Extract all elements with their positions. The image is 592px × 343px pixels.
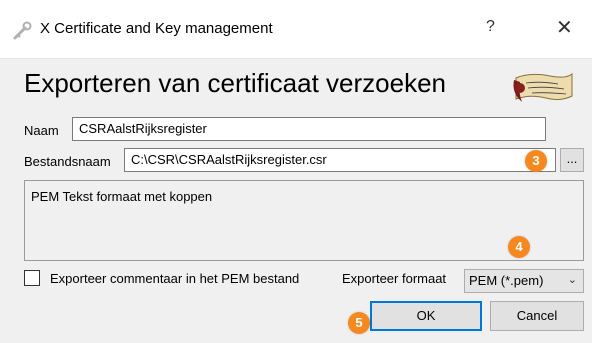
format-description-text: PEM Tekst formaat met koppen — [31, 189, 213, 204]
export-comment-checkbox[interactable] — [24, 270, 40, 286]
export-comment-label[interactable]: Exporteer commentaar in het PEM bestand — [50, 271, 299, 286]
window-title: X Certificate and Key management — [40, 20, 273, 37]
ok-button[interactable]: OK — [370, 301, 482, 331]
close-button[interactable]: ✕ — [556, 18, 573, 38]
scroll-logo-icon — [513, 72, 573, 102]
export-format-value: PEM (*.pem) — [469, 273, 544, 288]
filename-label: Bestandsnaam — [24, 154, 111, 169]
export-format-select[interactable]: PEM (*.pem) ⌄ — [464, 269, 584, 293]
browse-button[interactable]: ... — [560, 148, 584, 172]
title-bar: X Certificate and Key management ? ✕ — [0, 0, 592, 59]
filename-input[interactable]: C:\CSR\CSRAalstRijksregister.csr — [124, 148, 556, 172]
cancel-button[interactable]: Cancel — [490, 301, 584, 331]
dialog-heading: Exporteren van certificaat verzoeken — [24, 68, 446, 98]
name-label: Naam — [24, 123, 59, 138]
step-badge: 4 — [508, 236, 530, 258]
step-badge: 3 — [525, 150, 547, 172]
name-input[interactable]: CSRAalstRijksregister — [72, 117, 546, 141]
help-button[interactable]: ? — [486, 18, 495, 36]
chevron-down-icon: ⌄ — [567, 274, 577, 286]
export-format-label: Exporteer formaat — [342, 271, 447, 286]
format-description: PEM Tekst formaat met koppen — [24, 180, 584, 261]
step-badge: 5 — [348, 312, 370, 334]
app-key-icon — [13, 21, 32, 40]
